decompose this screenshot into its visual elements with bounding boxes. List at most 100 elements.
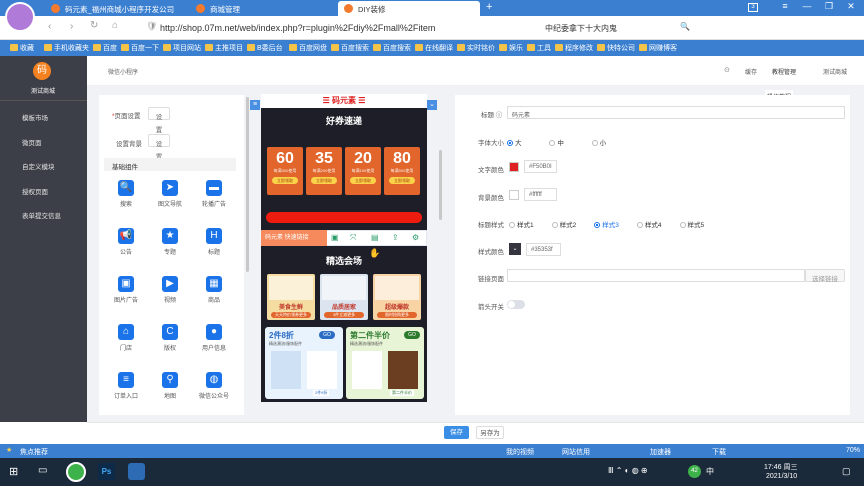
sidebar-item-auth-page[interactable]: 授权页面 [22,186,48,196]
search-icon[interactable]: 🔍 [680,22,690,31]
tab-count-badge[interactable]: 3 [748,3,758,12]
menu-icon[interactable]: ≡ [774,1,796,11]
bookmark-item[interactable]: 实时铭价 [457,43,495,53]
choose-link-button[interactable]: 选择链接 [805,269,845,283]
url-input[interactable]: http://shop.07m.net/web/index.php?r=plug… [160,20,460,36]
zoom-level[interactable]: 70% [846,447,860,454]
cache-link[interactable]: 缓存 [745,67,757,76]
promo-card-1[interactable]: 2件8折 精选潮流/服饰配件 GO 2件8折 [265,327,343,399]
save-button[interactable]: 保存 [444,426,469,439]
bookmark-item[interactable]: 收藏 [10,43,34,53]
component-1[interactable]: 🔍 搜索 [106,180,146,208]
component-14[interactable]: ⚲ 地图 [150,372,190,400]
font-size-large[interactable]: 大 [507,140,522,147]
title-input[interactable]: 码元素 [507,106,845,119]
clock-time[interactable]: 17:46 周三 [764,462,797,472]
download-icon[interactable]: ⊙ [724,66,730,74]
task-view-icon[interactable]: ▭ [38,465,47,476]
news-link[interactable]: 焦点推荐 [20,447,48,457]
photoshop-app-icon[interactable]: Ps [98,463,115,480]
sidebar-item-micropage[interactable]: 微页面 [22,137,42,147]
notif-badge[interactable]: 42 [688,465,701,478]
title-style-option-5[interactable]: 样式5 [679,222,704,229]
style-color-input[interactable]: #35353f [526,243,561,256]
bg-setting-button[interactable]: 设置 [148,134,170,161]
browser-app-icon[interactable] [66,462,86,482]
promo-go[interactable]: GO [319,331,335,339]
promo-go[interactable]: GO [404,331,420,339]
ime-indicator[interactable]: 中 [706,466,714,477]
bookmark-item[interactable]: 网赚博客 [639,43,677,53]
promo-card-2[interactable]: 第二件半价 精选潮流/服饰配件 GO 第二件半价 [346,327,424,399]
bookmark-item[interactable]: 手机收藏夹 [44,43,89,53]
bookmark-item[interactable]: 快特公司 [597,43,635,53]
title-style-option-4[interactable]: 样式4 [636,222,662,229]
bookmark-item[interactable]: 项目网站 [163,43,201,53]
title-style-option-2[interactable]: 样式2 [551,222,576,229]
tab-3[interactable]: DIY装修 [338,1,480,16]
refresh-icon[interactable]: ↻ [90,20,98,31]
component-5[interactable]: ★ 专题 [150,228,190,256]
bookmark-item[interactable]: B委后台 [247,43,283,53]
component-7[interactable]: ▣ 图片广告 [106,276,146,304]
venue-card[interactable]: 超级爆款 限时抢购更多 [373,274,421,320]
preview-collapse-icon[interactable]: ⌄ [427,100,437,110]
user-menu[interactable]: 测试商城 [823,67,847,76]
close-icon[interactable]: ✕ [840,1,862,12]
new-tab-button[interactable]: + [486,1,492,13]
component-2[interactable]: ➤ 图文导航 [150,180,190,208]
notification-icon[interactable]: ▢ [842,466,851,477]
avatar[interactable] [5,2,35,32]
clock-date[interactable]: 2021/3/10 [766,473,797,480]
bookmark-item[interactable]: 程序修改 [555,43,593,53]
preview-handle-icon[interactable]: ≡ [250,100,260,110]
bookmark-item[interactable]: 在线翻译 [415,43,453,53]
component-4[interactable]: 📢 公告 [106,228,146,256]
save-as-button[interactable]: 另存为 [476,426,504,439]
minimize-icon[interactable]: — [796,1,818,11]
tab-1[interactable]: 码元素_福州商城小程序开发公司 [45,1,180,16]
restore-icon[interactable]: ❐ [818,1,840,12]
component-10[interactable]: ⌂ 门店 [106,324,146,352]
bookmark-item[interactable]: 百度搜索 [331,43,369,53]
credit-link[interactable]: 网站信用 [562,447,590,457]
venue-card[interactable]: 品质居家 3件立减更多 [320,274,368,320]
tab-2[interactable]: 商城管理 [190,1,330,16]
tutorial-menu[interactable]: 教程管理 [772,67,796,76]
accel-link[interactable]: 加速器 [650,447,671,457]
font-size-medium[interactable]: 中 [549,140,564,147]
text-color-input[interactable]: #F50B0I [524,160,557,173]
sidebar-item-form-submissions[interactable]: 表单提交信息 [22,210,61,220]
windows-start-icon[interactable]: ⊞ [9,465,18,478]
bg-color-swatch[interactable] [509,190,519,200]
search-suggest[interactable]: 中纪委拿下十大内鬼 [545,23,617,34]
page-setting-button[interactable]: 设置 [148,107,170,134]
bookmark-item[interactable]: 主推项目 [205,43,243,53]
title-style-option-3[interactable]: 样式3 [594,222,619,229]
bookmark-item[interactable]: 百度搜索 [373,43,411,53]
sidebar-item-custom-module[interactable]: 自定义模块 [22,161,55,171]
font-size-small[interactable]: 小 [591,140,606,147]
sidebar-item-templates[interactable]: 模板市场 [22,112,48,122]
component-11[interactable]: C 版权 [150,324,190,352]
component-3[interactable]: ▬ 轮播广告 [194,180,234,208]
home-icon[interactable]: ⌂ [112,20,118,31]
title-style-option-1[interactable]: 样式1 [509,222,534,229]
link-input[interactable] [507,269,805,282]
tray-icons[interactable]: Ⅲ ⌃ ◐ ◍ ⊕ [608,466,648,475]
panel-scrollbar[interactable] [246,97,249,272]
component-12[interactable]: ● 用户信息 [194,324,234,352]
bookmark-item[interactable]: 百度一下 [121,43,159,53]
arrow-switch[interactable] [507,300,525,309]
bg-color-input[interactable]: #ffffff [524,188,557,201]
style-color-swatch[interactable]: ⌄ [509,243,521,255]
video-link[interactable]: 我的视频 [506,447,534,457]
component-15[interactable]: ◍ 微信公众号 [194,372,234,400]
component-13[interactable]: ≡ 订单入口 [106,372,146,400]
bookmark-item[interactable]: 百度网盘 [289,43,327,53]
component-9[interactable]: ▦ 商品 [194,276,234,304]
bookmark-item[interactable]: 娱乐 [499,43,523,53]
bookmark-item[interactable]: 工具 [527,43,551,53]
preview-scrollbar[interactable] [439,150,442,220]
venue-card[interactable]: 美食生鲜 天天特价领券更多 [267,274,315,320]
